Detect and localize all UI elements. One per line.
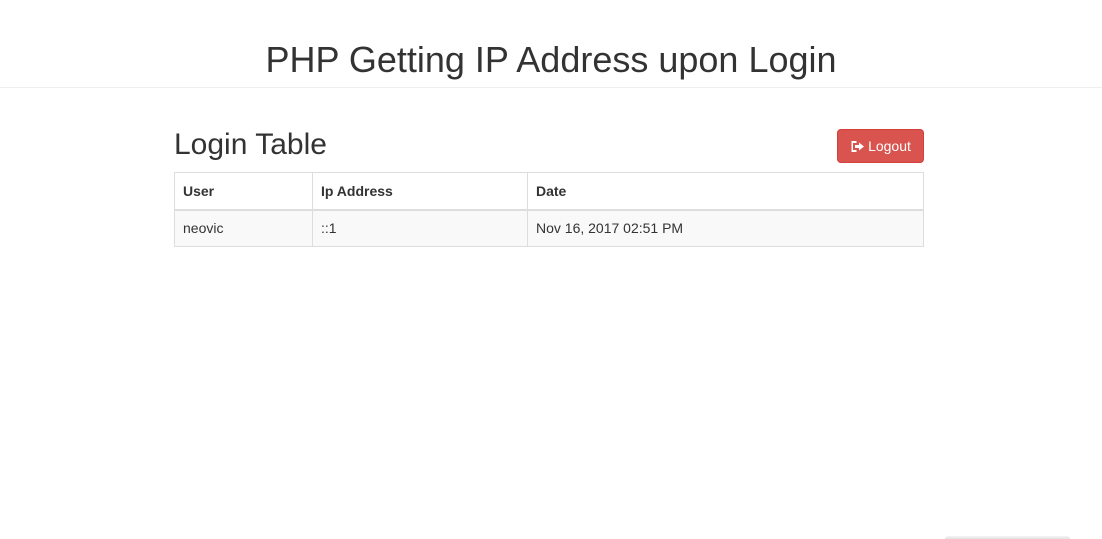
column-header-user: User: [174, 172, 313, 211]
page-header: PHP Getting IP Address upon Login: [0, 0, 1102, 88]
logout-label: Logout: [868, 138, 911, 154]
cell-ip-address: ::1: [312, 209, 528, 247]
login-table: User Ip Address Date neovic ::1 Nov 16, …: [174, 172, 924, 247]
sign-out-icon: [850, 140, 865, 153]
logout-button[interactable]: Logout: [837, 129, 924, 163]
column-header-date: Date: [527, 172, 924, 211]
section-title: Login Table: [174, 128, 327, 161]
page-title: PHP Getting IP Address upon Login: [265, 39, 837, 80]
column-header-ip-address: Ip Address: [312, 172, 528, 211]
table-header-row: User Ip Address Date: [174, 172, 924, 211]
cell-user: neovic: [174, 209, 313, 247]
cell-date: Nov 16, 2017 02:51 PM: [527, 209, 924, 247]
table-row: neovic ::1 Nov 16, 2017 02:51 PM: [174, 209, 924, 247]
